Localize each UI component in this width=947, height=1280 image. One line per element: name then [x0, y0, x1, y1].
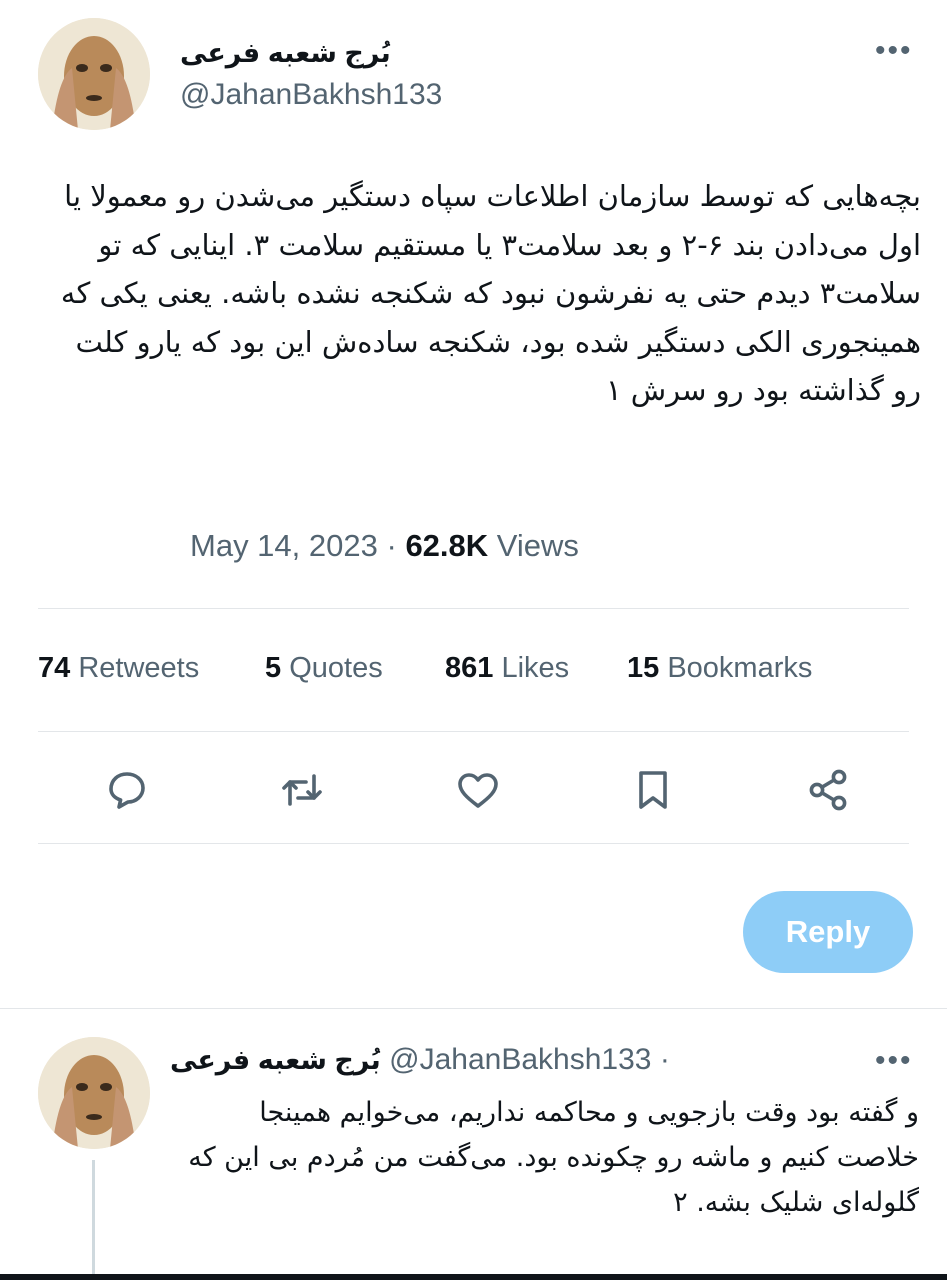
bookmarks-stat[interactable]: 15 Bookmarks	[627, 652, 812, 685]
reply-author-handle[interactable]: @JahanBakhsh133	[389, 1043, 651, 1076]
tweet-date[interactable]: May 14, 2023	[190, 528, 378, 563]
retweet-icon[interactable]	[278, 766, 326, 814]
comment-icon[interactable]	[103, 766, 151, 814]
author-avatar[interactable]	[38, 18, 150, 130]
share-icon[interactable]	[804, 766, 852, 814]
reply-header: بُرج شعبه فرعی @JahanBakhsh133 ·	[170, 1043, 670, 1077]
divider	[38, 608, 909, 609]
author-handle[interactable]: @JahanBakhsh133	[180, 78, 442, 112]
bookmarks-count: 15	[627, 652, 660, 684]
likes-label: Likes	[501, 652, 570, 684]
reply-author-name[interactable]: بُرج شعبه فرعی	[170, 1045, 381, 1075]
tweet-meta: May 14, 2023 · 62.8K Views	[190, 528, 579, 564]
thread-line	[92, 1160, 95, 1280]
reply-button[interactable]: Reply	[743, 891, 913, 973]
reply-tweet-text: و گفته بود وقت بازجویی و محاکمه نداریم، …	[188, 1097, 919, 1218]
quotes-label: Quotes	[289, 652, 383, 684]
retweets-count: 74	[38, 652, 71, 684]
more-options-icon[interactable]: •••	[875, 36, 913, 66]
views-label: Views	[496, 528, 579, 563]
bookmark-icon[interactable]	[629, 766, 677, 814]
divider	[38, 843, 909, 844]
bottom-edge	[0, 1274, 947, 1280]
heart-icon[interactable]	[454, 766, 502, 814]
reply-author-avatar[interactable]	[38, 1037, 150, 1149]
tweet-text: بچه‌هایی که توسط سازمان اطلاعات سپاه دست…	[60, 179, 921, 407]
divider	[0, 1008, 947, 1009]
retweets-stat[interactable]: 74 Retweets	[38, 652, 199, 685]
meta-separator: ·	[386, 528, 397, 563]
views-count: 62.8K	[405, 528, 489, 563]
divider	[38, 731, 909, 732]
quotes-count: 5	[265, 652, 282, 684]
bookmarks-label: Bookmarks	[667, 652, 813, 684]
quotes-stat[interactable]: 5 Quotes	[265, 652, 383, 685]
reply-separator: ·	[659, 1043, 670, 1076]
author-name[interactable]: بُرج شعبه فرعی	[180, 38, 391, 69]
reply-more-options-icon[interactable]: •••	[875, 1046, 913, 1076]
likes-stat[interactable]: 861 Likes	[445, 652, 569, 685]
retweets-label: Retweets	[78, 652, 200, 684]
likes-count: 861	[445, 652, 494, 684]
